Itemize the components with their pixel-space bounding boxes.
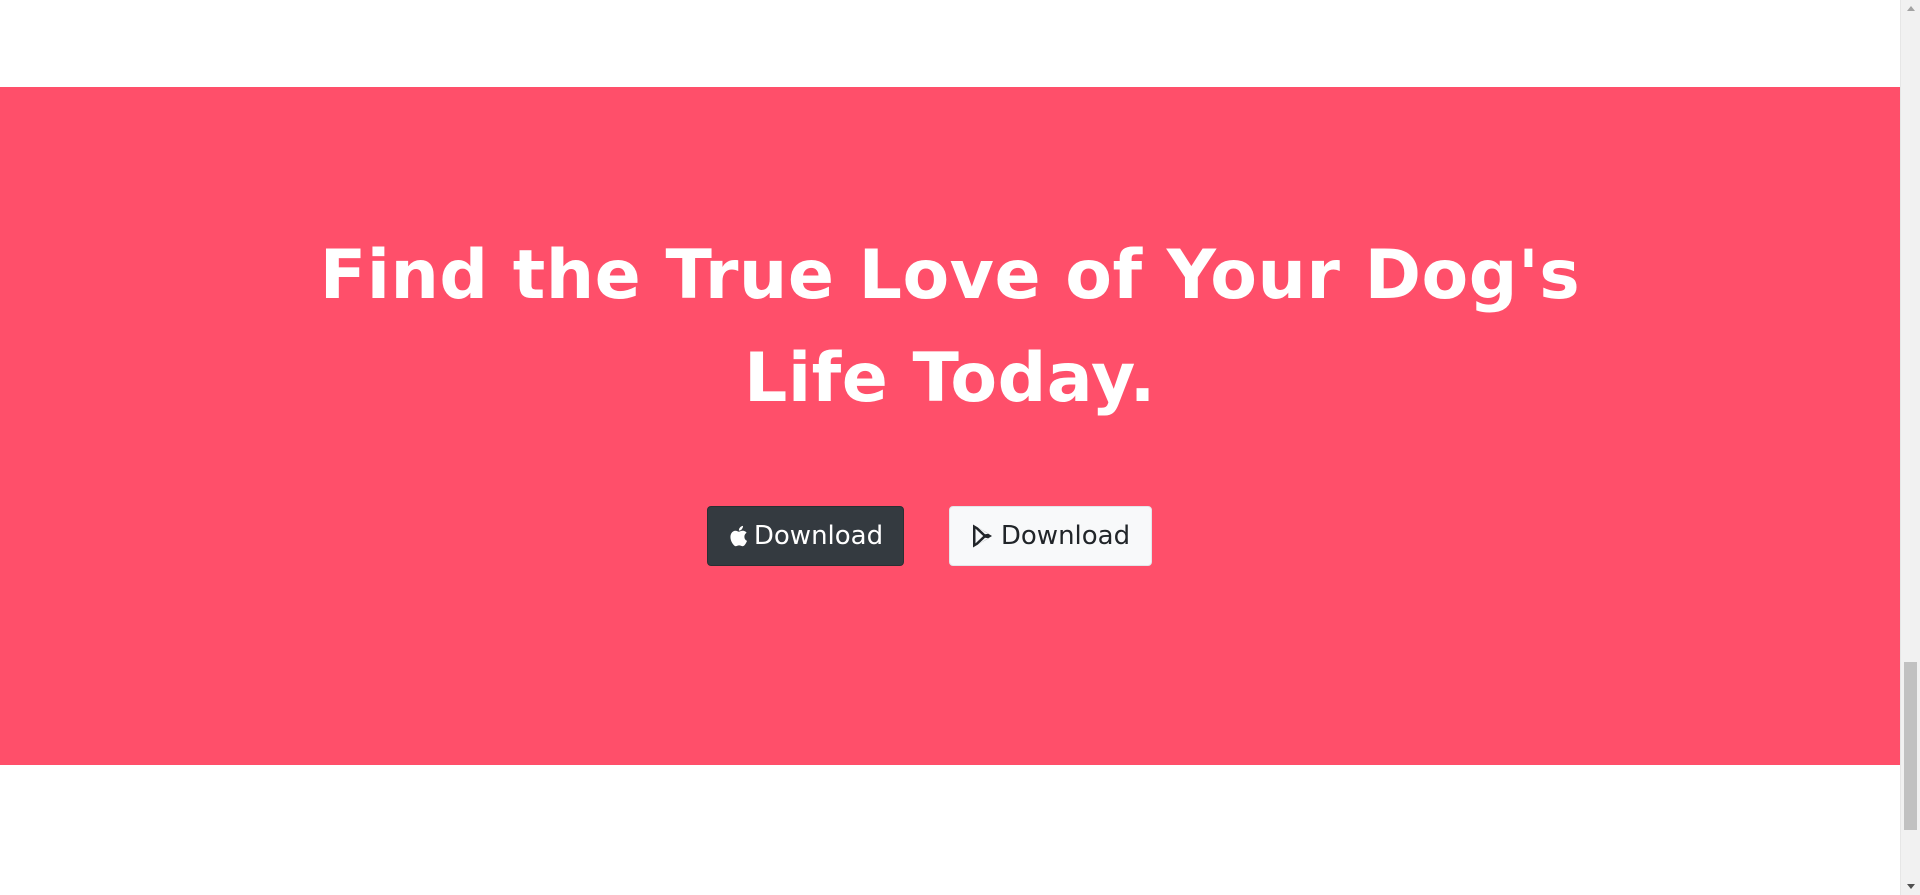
scroll-down-arrow-icon[interactable]: [1907, 884, 1915, 889]
page: Find the True Love of Your Dog's Life To…: [0, 0, 1920, 895]
apple-icon: [728, 524, 748, 548]
scroll-up-arrow-icon[interactable]: [1907, 6, 1915, 11]
scrollbar-thumb[interactable]: [1904, 662, 1917, 830]
vertical-scrollbar[interactable]: [1900, 0, 1920, 895]
google-play-download-label: Download: [1000, 521, 1131, 551]
google-play-icon: [971, 523, 995, 549]
cta-headline: Find the True Love of Your Dog's Life To…: [319, 236, 1581, 418]
google-play-download-button[interactable]: Download: [949, 506, 1152, 566]
app-store-download-button[interactable]: Download: [707, 506, 904, 566]
app-store-download-label: Download: [753, 521, 884, 551]
